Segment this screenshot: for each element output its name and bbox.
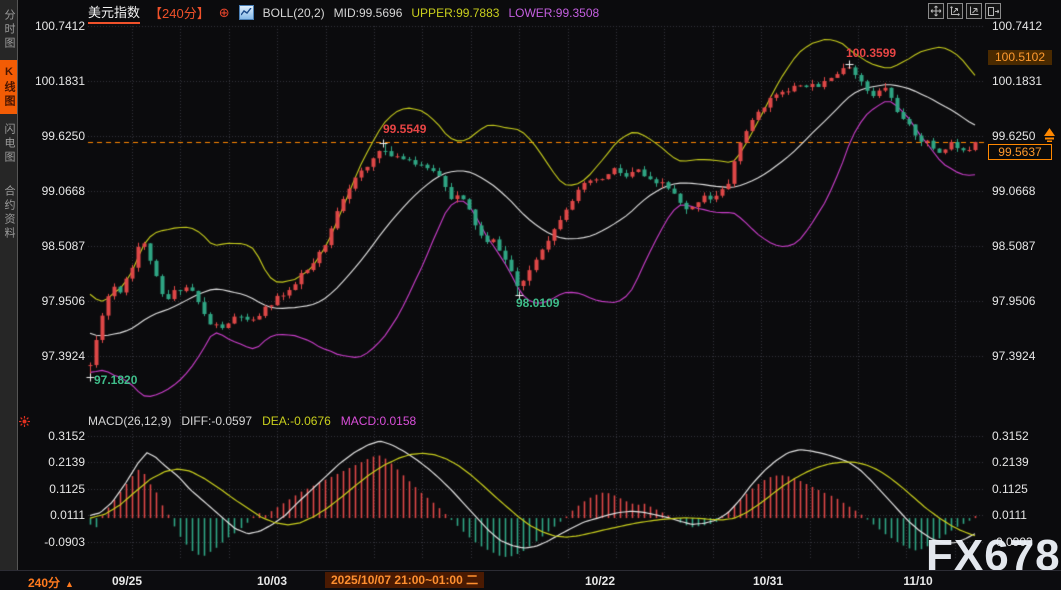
sidebar: 分时图 K线图闪电图合约资料 [0,0,18,570]
price-axis-label-left: 99.0668 [20,184,85,198]
macd-axis-label-right: 0.2139 [992,455,1058,469]
macd-axis-label-left: 0.0111 [20,508,85,522]
price-axis-label-left: 100.7412 [20,19,85,33]
macd-axis-label-left: 0.2139 [20,455,85,469]
price-axis-label-right: 98.5087 [992,239,1058,253]
chart-style-icon[interactable] [239,5,254,20]
boll-lower-value: LOWER:99.3508 [508,6,599,20]
symbol-title: 美元指数 [88,2,140,24]
date-axis-label: 10/22 [585,574,615,588]
chevron-up-icon: ▲ [65,579,74,589]
macd-diff-value: DIFF:-0.0597 [181,414,252,429]
price-axis-label-right: 97.9506 [992,294,1058,308]
low-price-annotation: 98.0109 [516,296,559,310]
chart-app: 分时图 K线图闪电图合约资料 美元指数 【240分】 ⊕ BOLL(20,2) M… [0,0,1061,590]
sidebar-tab-2[interactable]: K线图 [0,60,17,114]
price-axis-label-right: 97.3924 [992,349,1058,363]
macd-hist-value: MACD:0.0158 [341,414,416,429]
price-axis-label-right: 99.0668 [992,184,1058,198]
price-axis-label-right: 100.1831 [992,74,1058,88]
upper-band-extreme-label: 100.5102 [988,50,1052,65]
macd-label: MACD(26,12,9) [88,414,171,429]
macd-axis-label-right: 0.1125 [992,482,1058,496]
bottom-time-axis: 240分▲ 09/25 10/03 10/22 10/31 11/10 2025/10/… [0,570,1061,590]
price-axis-label-right: 100.7412 [992,19,1058,33]
add-indicator-icon[interactable]: ⊕ [219,6,230,19]
crosshair-date-tooltip: 2025/10/07 21:00~01:00 二 [325,572,484,588]
chart-header: 美元指数 【240分】 ⊕ BOLL(20,2) MID:99.5696 UPP… [88,4,599,21]
sidebar-tab-3[interactable]: 闪电图 [0,116,17,172]
price-axis-label-left: 97.3924 [20,349,85,363]
period-selector[interactable]: 240分▲ [28,574,74,590]
pan-icon[interactable] [928,3,944,19]
price-axis-label-left: 99.6250 [20,129,85,143]
macd-axis-label-right: 0.3152 [992,429,1058,443]
price-axis-label-left: 97.9506 [20,294,85,308]
macd-dea-value: DEA:-0.0676 [262,414,331,429]
macd-axis-label-left: 0.1125 [20,482,85,496]
high-price-annotation: 99.5549 [383,122,426,136]
chart-toolbar [928,3,1001,19]
high-price-annotation: 100.3599 [846,46,896,60]
price-axis-label-left: 100.1831 [20,74,85,88]
date-axis-label: 10/31 [753,574,783,588]
low-price-annotation: 97.1820 [94,373,137,387]
sidebar-tab-1[interactable]: 分时图 [0,2,17,58]
axis-scale-icon[interactable] [947,3,963,19]
indicator-settings-icon[interactable] [19,414,30,432]
sidebar-tab-4[interactable]: 合约资料 [0,176,17,250]
exit-chart-icon[interactable] [985,3,1001,19]
boll-mid-value: MID:99.5696 [334,6,403,20]
macd-header: MACD(26,12,9) DIFF:-0.0597 DEA:-0.0676 M… [88,414,416,429]
macd-axis-label-right: 0.0111 [992,508,1058,522]
price-axis-label-left: 98.5087 [20,239,85,253]
boll-label: BOLL(20,2) [263,6,325,20]
boll-upper-value: UPPER:99.7883 [411,6,499,20]
price-alert-icon[interactable] [1043,128,1056,147]
date-axis-label: 09/25 [112,574,142,588]
price-chart-canvas[interactable] [0,0,1061,590]
period-label: 【240分】 [149,3,210,22]
date-axis-label: 11/10 [903,574,932,588]
macd-axis-label-left: -0.0903 [20,535,85,549]
date-axis-label: 10/03 [257,574,287,588]
axis-shift-icon[interactable] [966,3,982,19]
